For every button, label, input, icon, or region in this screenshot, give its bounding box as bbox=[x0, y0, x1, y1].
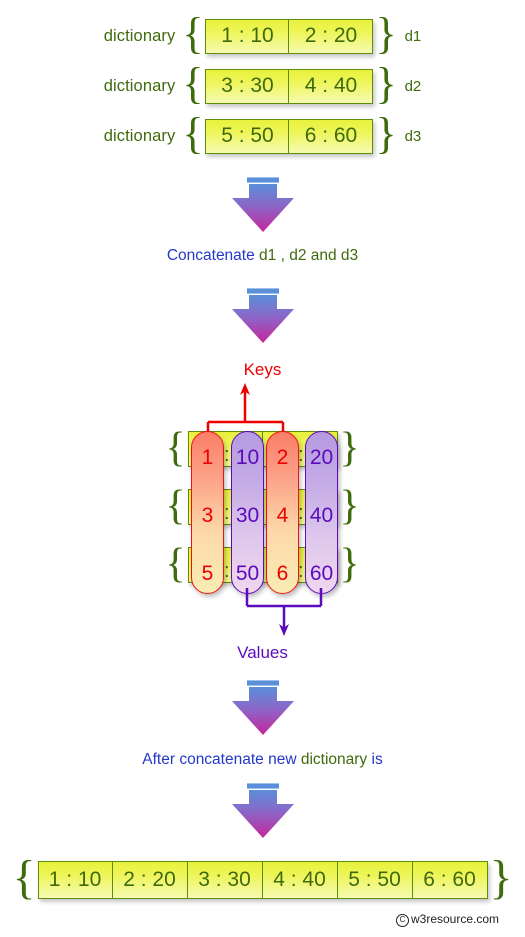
arrow-cap-bar bbox=[247, 680, 279, 686]
down-arrow-3 bbox=[231, 680, 295, 736]
open-brace: { bbox=[182, 109, 204, 158]
keys-values-table: { } { } { } : : : : :: 1 3 5 10 30 50 2… bbox=[0, 425, 525, 600]
caption-concatenate-verb: Concatenate bbox=[166, 247, 255, 264]
dictionary-cell: 5 : 50 bbox=[205, 118, 290, 154]
pair-colon: : bbox=[224, 502, 230, 524]
dictionary-row-d2: dictionary { 3 : 30 4 : 40 } d2 bbox=[0, 60, 525, 112]
key-value: 5 bbox=[201, 562, 214, 585]
dictionary-cell: 2 : 20 bbox=[289, 18, 374, 54]
dictionary-name: d1 bbox=[404, 27, 422, 45]
caption-after-dictionary: dictionary bbox=[300, 751, 368, 768]
key-value: 3 bbox=[201, 504, 214, 527]
dictionary-row-d3: dictionary { 5 : 50 6 : 60 } d3 bbox=[0, 110, 525, 162]
dictionary-row-d1: dictionary { 1 : 10 2 : 20 } d1 bbox=[0, 10, 525, 62]
dictionary-cell: 3 : 30 bbox=[205, 68, 290, 104]
value-value: 40 bbox=[309, 504, 334, 527]
dictionary-cell: 1 : 10 bbox=[205, 18, 290, 54]
key-column-2: 2 4 6 bbox=[266, 431, 299, 594]
result-cell: 4 : 40 bbox=[262, 861, 338, 899]
down-arrow-2 bbox=[231, 288, 295, 344]
caption-concatenate: Concatenate d1 , d2 and d3 bbox=[0, 247, 525, 265]
pair-colon: : bbox=[224, 444, 230, 466]
dictionary-cells: 3 : 30 4 : 40 bbox=[205, 68, 374, 104]
down-arrow-4 bbox=[231, 783, 295, 839]
close-brace: } bbox=[375, 59, 397, 108]
row-open-brace: { bbox=[165, 425, 186, 471]
arrow-cap-bar bbox=[247, 288, 279, 294]
close-brace: } bbox=[375, 9, 397, 58]
caption-after-prefix: After concatenate new bbox=[142, 751, 297, 768]
dictionary-label: dictionary bbox=[103, 76, 176, 95]
watermark: Cw3resource.com bbox=[396, 912, 499, 927]
arrow-shape-icon bbox=[232, 687, 294, 735]
arrow-cap-bar bbox=[247, 177, 279, 183]
open-brace: { bbox=[182, 59, 204, 108]
value-value: 60 bbox=[309, 562, 334, 585]
arrow-shape-icon bbox=[232, 295, 294, 343]
copyright-icon: C bbox=[396, 914, 409, 927]
arrow-cap-bar bbox=[247, 783, 279, 789]
key-value: 2 bbox=[276, 446, 289, 469]
result-cell: 1 : 10 bbox=[37, 861, 113, 899]
value-value: 50 bbox=[235, 562, 260, 585]
diagram-canvas: dictionary { 1 : 10 2 : 20 } d1 dictiona… bbox=[0, 0, 525, 937]
dictionary-cells: 5 : 50 6 : 60 bbox=[205, 118, 374, 154]
dictionary-cells: 1 : 10 2 : 20 bbox=[205, 18, 374, 54]
value-value: 30 bbox=[235, 504, 260, 527]
value-value: 10 bbox=[235, 446, 260, 469]
result-cell: 3 : 30 bbox=[187, 861, 263, 899]
dictionary-cell: 4 : 40 bbox=[289, 68, 374, 104]
row-open-brace: { bbox=[165, 541, 186, 587]
open-brace: { bbox=[182, 9, 204, 58]
watermark-text: w3resource.com bbox=[411, 912, 500, 926]
result-cells: 1 : 10 2 : 20 3 : 30 4 : 40 5 : 50 6 : 6… bbox=[37, 861, 488, 899]
caption-concatenate-operands: d1 , d2 and d3 bbox=[259, 247, 359, 264]
dictionary-label: dictionary bbox=[103, 126, 176, 145]
values-connector bbox=[245, 588, 323, 636]
result-cell: 5 : 50 bbox=[337, 861, 413, 899]
arrow-shape-icon bbox=[232, 184, 294, 232]
dictionary-cell: 6 : 60 bbox=[289, 118, 374, 154]
row-close-brace: } bbox=[339, 541, 360, 587]
dictionary-name: d3 bbox=[404, 127, 422, 145]
value-column-2: 20 40 60 bbox=[305, 431, 338, 594]
dictionary-label: dictionary bbox=[103, 26, 176, 45]
key-value: 6 bbox=[276, 562, 289, 585]
row-close-brace: } bbox=[339, 425, 360, 471]
value-value: 20 bbox=[309, 446, 334, 469]
row-open-brace: { bbox=[165, 483, 186, 529]
row-close-brace: } bbox=[339, 483, 360, 529]
values-label: Values bbox=[237, 643, 288, 662]
keys-label: Keys bbox=[243, 360, 282, 379]
caption-after-suffix: is bbox=[371, 751, 383, 768]
arrow-shape-icon bbox=[232, 790, 294, 838]
close-brace: } bbox=[375, 109, 397, 158]
caption-after-concatenate: After concatenate new dictionary is bbox=[0, 751, 525, 769]
result-close-brace: } bbox=[489, 851, 513, 904]
dictionary-name: d2 bbox=[404, 77, 422, 95]
key-value: 1 bbox=[201, 446, 214, 469]
result-cell: 6 : 60 bbox=[412, 861, 488, 899]
key-column-1: 1 3 5 bbox=[191, 431, 224, 594]
result-cell: 2 : 20 bbox=[112, 861, 188, 899]
key-value: 4 bbox=[276, 504, 289, 527]
pair-colon: : bbox=[224, 560, 230, 582]
result-open-brace: { bbox=[12, 851, 36, 904]
down-arrow-1 bbox=[231, 177, 295, 233]
result-dictionary-row: { 1 : 10 2 : 20 3 : 30 4 : 40 5 : 50 6 :… bbox=[0, 851, 525, 905]
value-column-1: 10 30 50 bbox=[231, 431, 264, 594]
